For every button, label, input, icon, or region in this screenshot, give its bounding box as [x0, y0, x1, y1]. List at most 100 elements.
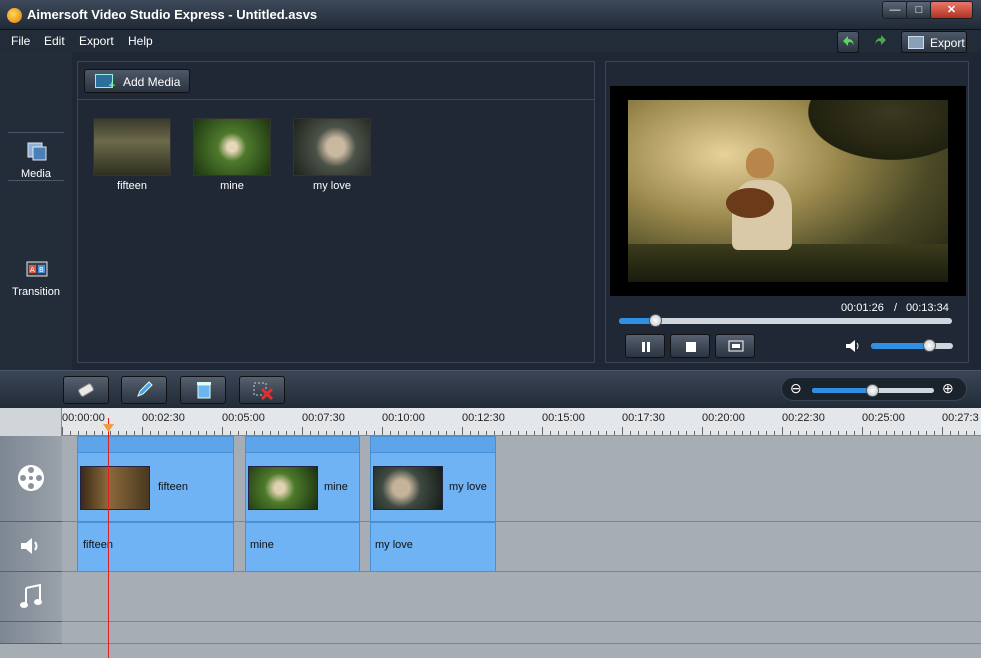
seek-bar[interactable]	[619, 314, 952, 327]
ruler-tick	[662, 431, 663, 435]
zoom-slider[interactable]	[812, 384, 934, 397]
audio-clip-fifteen[interactable]: fifteen	[77, 522, 234, 572]
edit-button[interactable]	[121, 376, 167, 404]
ruler-tick	[398, 431, 399, 435]
volume-icon[interactable]	[845, 339, 861, 353]
zoom-out-icon[interactable]: ⊖	[790, 380, 802, 397]
transition-icon: A B	[26, 261, 48, 277]
ruler-tick	[118, 431, 119, 435]
close-button[interactable]: ✕	[930, 1, 973, 19]
ruler-tick	[750, 431, 751, 435]
ruler-label: 00:05:00	[222, 412, 265, 424]
film-reel-icon	[18, 465, 44, 491]
nav-transition-label: Transition	[12, 286, 60, 298]
ruler-tick	[134, 431, 135, 435]
ruler-tick	[550, 431, 551, 435]
ruler-label: 00:12:30	[462, 412, 505, 424]
audio-clip-mine[interactable]: mine	[245, 522, 360, 572]
menu-bar: File Edit Export Help	[0, 30, 981, 52]
menu-export[interactable]: Export	[79, 34, 114, 48]
menu-help[interactable]: Help	[128, 34, 153, 48]
audio-track[interactable]: fifteen mine my love	[62, 522, 981, 572]
minimize-button[interactable]: —	[882, 1, 908, 19]
video-clip-fifteen[interactable]: fifteen	[77, 436, 234, 522]
add-media-label: Add Media	[123, 75, 181, 89]
ruler-tick	[894, 431, 895, 435]
ruler-tick	[166, 431, 167, 435]
stop-button[interactable]	[670, 334, 710, 358]
playhead-line[interactable]	[108, 418, 109, 658]
redo-button[interactable]	[869, 31, 891, 53]
media-thumb-fifteen[interactable]	[93, 118, 171, 176]
ruler-tick	[478, 431, 479, 435]
ruler-tick	[70, 431, 71, 435]
tree-shape	[808, 100, 948, 160]
ruler-tick	[654, 431, 655, 435]
ruler-tick	[246, 431, 247, 435]
clear-timeline-button[interactable]	[239, 376, 285, 404]
delete-button[interactable]	[180, 376, 226, 404]
ruler-tick	[918, 431, 919, 435]
ruler-tick	[542, 427, 543, 435]
zoom-handle[interactable]	[866, 384, 879, 397]
fullscreen-button[interactable]	[715, 334, 755, 358]
maximize-button[interactable]: □	[906, 1, 932, 19]
recycle-bin-icon	[197, 382, 211, 399]
volume-handle[interactable]	[923, 339, 936, 352]
nav-transition[interactable]: A B Transition	[2, 254, 70, 304]
ruler-tick	[598, 431, 599, 435]
media-label-my-love: my love	[313, 180, 351, 192]
ruler-tick	[670, 431, 671, 435]
ruler-tick	[726, 431, 727, 435]
export-button[interactable]: Export	[901, 31, 967, 53]
media-thumb-mine[interactable]	[193, 118, 271, 176]
music-note-icon	[20, 584, 42, 608]
fullscreen-icon	[728, 340, 744, 352]
video-clip-my-love[interactable]: my love	[370, 436, 496, 522]
time-ruler[interactable]: 00:00:00 00:02:30 00:05:00 00:07:30 00:10:00…	[62, 408, 981, 436]
ruler-tick	[510, 431, 511, 435]
zoom-in-icon[interactable]: ⊕	[942, 380, 954, 397]
pause-icon	[642, 342, 650, 352]
seek-handle[interactable]	[649, 314, 662, 327]
ruler-tick	[302, 427, 303, 435]
undo-button[interactable]	[837, 31, 859, 53]
nav-media[interactable]: Media	[2, 136, 70, 186]
ruler-tick	[374, 431, 375, 435]
side-nav: Media A B Transition	[0, 52, 72, 370]
audio-track-header	[0, 522, 62, 572]
ruler-tick	[342, 431, 343, 435]
ruler-tick	[350, 431, 351, 435]
ruler-tick	[110, 431, 111, 435]
ruler-tick	[686, 431, 687, 435]
ruler-tick	[214, 431, 215, 435]
volume-slider[interactable]	[871, 339, 953, 352]
ruler-tick	[102, 431, 103, 435]
figure-head	[746, 148, 774, 178]
ruler-tick	[414, 431, 415, 435]
media-thumb-my-love[interactable]	[293, 118, 371, 176]
ruler-tick	[366, 431, 367, 435]
ruler-tick	[310, 431, 311, 435]
ruler-tick	[902, 431, 903, 435]
video-track[interactable]: fifteen mine my love	[62, 436, 981, 522]
audio-clip-my-love[interactable]: my love	[370, 522, 496, 572]
extra-track-header	[0, 622, 62, 644]
video-clip-mine[interactable]: mine	[245, 436, 360, 522]
timeline: 00:00:00 00:02:30 00:05:00 00:07:30 00:10:00…	[0, 408, 981, 658]
total-time: 00:13:34	[906, 302, 949, 314]
add-media-button[interactable]: Add Media	[84, 69, 190, 93]
split-button[interactable]	[63, 376, 109, 404]
ruler-tick	[406, 431, 407, 435]
clip-header	[371, 437, 495, 453]
extra-track[interactable]	[62, 622, 981, 644]
film-export-icon	[908, 36, 924, 49]
menu-edit[interactable]: Edit	[44, 34, 65, 48]
video-track-header	[0, 436, 62, 522]
ruler-tick	[710, 431, 711, 435]
menu-file[interactable]: File	[11, 34, 30, 48]
clear-icon	[253, 382, 274, 401]
pause-button[interactable]	[625, 334, 665, 358]
music-track[interactable]	[62, 572, 981, 622]
nav-media-label: Media	[21, 168, 51, 180]
